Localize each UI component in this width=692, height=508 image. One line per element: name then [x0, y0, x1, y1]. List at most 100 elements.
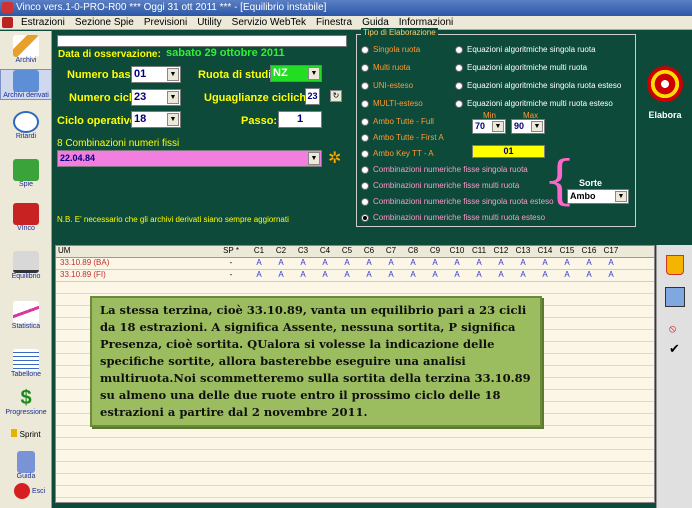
row-sp: - — [229, 258, 233, 267]
column-header[interactable]: C16 — [578, 246, 600, 255]
sorte-label: Sorte — [579, 178, 603, 188]
column-header[interactable]: C5 — [336, 246, 358, 255]
option-comb-multi-esteso[interactable]: Combinazioni numeriche fisse multi ruota… — [361, 213, 545, 222]
grid-cell: A — [366, 270, 372, 279]
edit-icon[interactable] — [665, 287, 685, 307]
grid-cell: A — [300, 258, 306, 267]
base-select[interactable]: 01 ▼ — [131, 66, 181, 83]
menu-previsioni[interactable]: Previsioni — [139, 16, 192, 29]
column-header[interactable]: C10 — [446, 246, 468, 255]
min-select[interactable]: 70 ▼ — [472, 119, 506, 134]
column-header[interactable]: C9 — [424, 246, 446, 255]
menu-app-icon[interactable] — [2, 17, 13, 28]
guide-icon — [17, 451, 35, 473]
option-multi-ruota[interactable]: Multi ruota — [361, 63, 410, 72]
toolbar-guida[interactable]: Guida — [0, 451, 52, 480]
toolbar-sprint[interactable]: Sprint — [0, 429, 52, 439]
toolbar-vinco[interactable]: VInco — [0, 203, 52, 232]
grid-cell: A — [608, 270, 614, 279]
option-comb-multi[interactable]: Combinazioni numeriche fisse multi ruota — [361, 181, 519, 190]
equal-value[interactable]: 23 — [305, 88, 320, 105]
wheel-select[interactable]: NZ ▼ — [270, 65, 322, 82]
column-header[interactable]: C15 — [556, 246, 578, 255]
max-select[interactable]: 90 ▼ — [511, 119, 545, 134]
sun-icon[interactable]: ✲ — [328, 148, 341, 168]
step-input[interactable]: 1 — [278, 111, 322, 128]
grid-cell: A — [388, 258, 394, 267]
column-header[interactable]: UM — [58, 246, 208, 255]
option-eq-multi[interactable]: Equazioni algoritmiche multi ruota — [455, 63, 587, 72]
column-header[interactable]: SP * — [216, 246, 246, 255]
option-multi-esteso[interactable]: MULTI-esteso — [361, 99, 423, 108]
sprint-icon — [11, 429, 18, 437]
elabora-button[interactable]: Elabora — [640, 60, 690, 120]
chart-icon — [13, 301, 39, 323]
column-header[interactable]: C14 — [534, 246, 556, 255]
menu-finestra[interactable]: Finestra — [311, 16, 357, 29]
toolbar-esci[interactable]: Esci — [0, 483, 52, 499]
column-header[interactable]: C2 — [270, 246, 292, 255]
toolbar-tabellone[interactable]: Tabellone — [0, 349, 52, 378]
toolbar-archivi[interactable]: Archivi — [0, 35, 52, 64]
option-uni-esteso[interactable]: UNI-esteso — [361, 81, 413, 90]
bucket-icon[interactable] — [666, 255, 684, 275]
update-note: N.B. E' necessario che gli archivi deriv… — [57, 215, 289, 224]
toolbar-equilibrio[interactable]: Equilibrio — [0, 251, 52, 280]
toolbar-ritardi[interactable]: Ritardi — [0, 111, 52, 140]
option-comb-singola-esteso[interactable]: Combinazioni numeriche fisse singola ruo… — [361, 197, 554, 206]
column-header[interactable]: C17 — [600, 246, 622, 255]
option-eq-singola-esteso[interactable]: Equazioni algoritmiche singola ruota est… — [455, 81, 621, 90]
check-icon[interactable]: ✔ — [669, 341, 680, 357]
date-header-bar — [57, 35, 347, 47]
combo-select[interactable]: 22.04.84 ▼ — [57, 150, 322, 167]
grid-cell: A — [300, 270, 306, 279]
column-header[interactable]: C11 — [468, 246, 490, 255]
option-ambo-full[interactable]: Ambo Tutte - Full — [361, 117, 434, 126]
option-eq-multi-esteso[interactable]: Equazioni algoritmiche multi ruota estes… — [455, 99, 613, 108]
sorte-select[interactable]: Ambo ▼ — [567, 189, 629, 204]
toolbar-spie[interactable]: Spie — [0, 159, 52, 188]
menu-estrazioni[interactable]: Estrazioni — [16, 16, 70, 29]
dollar-icon: $ — [20, 387, 32, 409]
column-header[interactable]: C6 — [358, 246, 380, 255]
cycle-op-label: Ciclo operativo: — [57, 115, 141, 127]
column-header[interactable]: C3 — [292, 246, 314, 255]
key-input[interactable]: 01 — [472, 145, 545, 158]
column-header[interactable]: C13 — [512, 246, 534, 255]
menu-utility[interactable]: Utility — [192, 16, 226, 29]
group-title: Tipo di Elaborazione — [361, 28, 438, 37]
table-row[interactable]: 33.10.89 (FI) - A A A A A A A A A A A A A A A A A — [56, 270, 654, 282]
menu-sezione-spie[interactable]: Sezione Spie — [70, 16, 139, 29]
column-header[interactable]: C1 — [248, 246, 270, 255]
title-bar: Vinco vers.1-0-PRO-R00 *** Oggi 31 ott 2… — [0, 0, 692, 16]
cycle-op-select[interactable]: 18 ▼ — [131, 111, 181, 128]
book-icon — [13, 70, 39, 92]
table-row[interactable]: 33.10.89 (BA) - A A A A A A A A A A A A A A A A A — [56, 258, 654, 270]
option-eq-singola[interactable]: Equazioni algoritmiche singola ruota — [455, 45, 596, 54]
column-header[interactable]: C7 — [380, 246, 402, 255]
column-header[interactable]: C12 — [490, 246, 512, 255]
menu-servizio-webtek[interactable]: Servizio WebTek — [227, 16, 311, 29]
option-singola-ruota[interactable]: Singola ruota — [361, 45, 420, 54]
chevron-down-icon: ▼ — [167, 68, 179, 81]
column-header[interactable]: C8 — [402, 246, 424, 255]
refresh-icon[interactable]: ↻ — [330, 90, 342, 102]
grid-header: UM SP * C1 C2 C3 C4 C5 C6 C7 C8 C9 C10 C11 C12 C13 C14 C… — [56, 246, 654, 258]
exit-icon — [14, 483, 30, 499]
toolbar-progressione[interactable]: $ Progressione — [0, 387, 52, 416]
step-label: Passo: — [241, 115, 278, 127]
base-label: Numero base: — [67, 69, 141, 81]
grid-cell: A — [564, 270, 570, 279]
toolbar-archivi-derivati[interactable]: Archivi derivati — [0, 69, 52, 100]
grid-cell: A — [608, 258, 614, 267]
option-ambo-key[interactable]: Ambo Key TT - A — [361, 149, 434, 158]
row-sp: - — [229, 270, 233, 279]
grid-cell: A — [454, 270, 460, 279]
stop-icon[interactable]: ⦸ — [669, 323, 676, 336]
cycles-select[interactable]: 23 ▼ — [131, 89, 181, 106]
toolbar-statistica[interactable]: Statistica — [0, 301, 52, 330]
option-ambo-first[interactable]: Ambo Tutte - First A — [361, 133, 444, 142]
column-header[interactable]: C4 — [314, 246, 336, 255]
row-label: 33.10.89 (FI) — [60, 270, 106, 279]
option-comb-singola[interactable]: Combinazioni numeriche fisse singola ruo… — [361, 165, 528, 174]
